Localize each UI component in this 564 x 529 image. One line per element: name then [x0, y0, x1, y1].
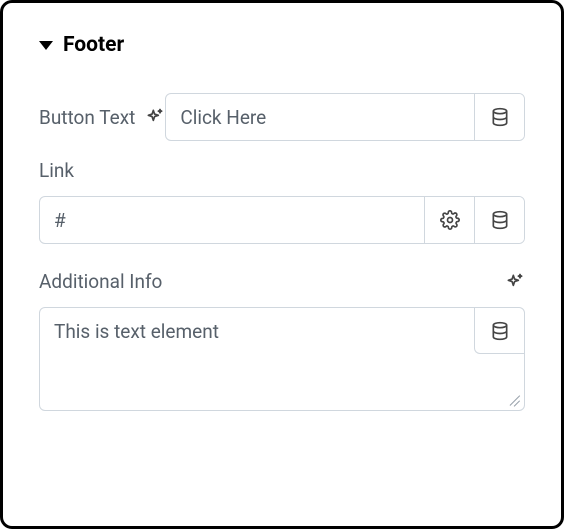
database-icon — [490, 107, 510, 127]
link-field-block: Link — [39, 159, 525, 244]
additional-info-label-area: Additional Info — [39, 270, 525, 293]
section-title: Footer — [63, 33, 124, 57]
database-icon — [490, 210, 510, 230]
sparkle-icon[interactable] — [505, 272, 525, 292]
button-text-label: Button Text — [39, 106, 135, 129]
button-text-label-group: Button Text — [39, 106, 165, 129]
caret-down-icon — [39, 41, 53, 50]
additional-info-textarea-group — [39, 307, 525, 411]
sparkle-icon[interactable] — [145, 107, 165, 127]
link-label-area: Link — [39, 159, 525, 182]
additional-info-label: Additional Info — [39, 270, 162, 293]
dynamic-data-button[interactable] — [474, 94, 524, 140]
dynamic-data-button[interactable] — [474, 197, 524, 243]
footer-section-panel: Footer Button Text — [0, 0, 564, 529]
link-settings-button[interactable] — [424, 197, 474, 243]
button-text-row: Button Text — [39, 93, 525, 141]
button-text-input-group — [165, 93, 525, 141]
link-input[interactable] — [40, 197, 424, 243]
link-input-group — [39, 196, 525, 244]
gear-icon — [440, 210, 460, 230]
link-label: Link — [39, 159, 74, 182]
additional-info-textarea[interactable] — [40, 308, 524, 406]
dynamic-data-button[interactable] — [474, 308, 524, 354]
section-header[interactable]: Footer — [39, 33, 525, 57]
database-icon — [490, 321, 510, 341]
button-text-input[interactable] — [166, 94, 474, 140]
additional-info-block: Additional Info — [39, 270, 525, 411]
